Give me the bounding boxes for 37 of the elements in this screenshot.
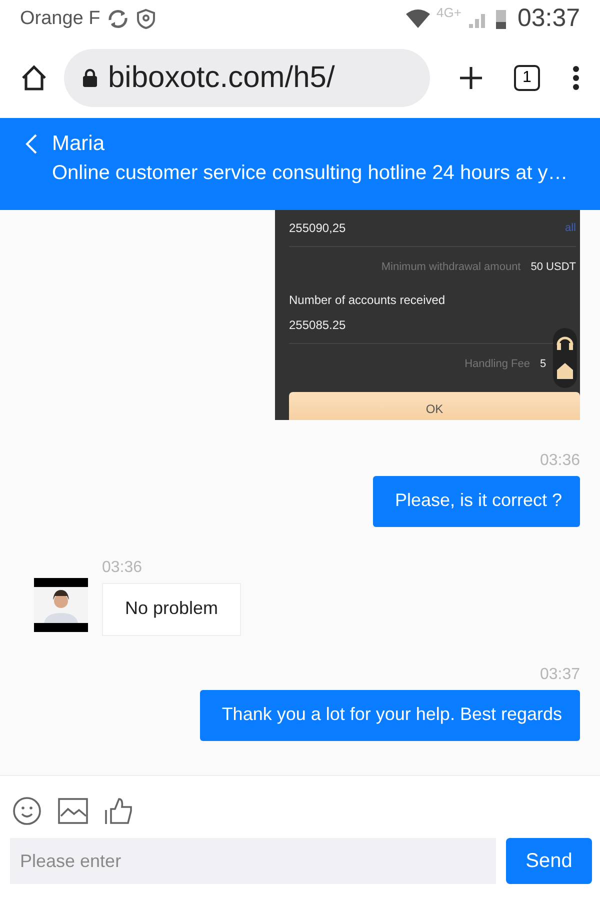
clock-time: 03:37 xyxy=(517,4,580,33)
message-time: 03:37 xyxy=(540,666,580,684)
fee-label: Handling Fee xyxy=(464,358,530,370)
emoji-icon[interactable] xyxy=(12,796,42,826)
minimum-label: Minimum withdrawal amount xyxy=(381,261,521,273)
message-input[interactable]: Please enter xyxy=(10,838,496,884)
more-icon[interactable] xyxy=(572,64,580,90)
plus-icon[interactable] xyxy=(458,64,484,90)
ok-button[interactable]: OK xyxy=(289,392,580,420)
message-time: 03:36 xyxy=(102,559,144,577)
image-icon[interactable] xyxy=(58,798,88,824)
shared-screenshot[interactable]: 255090,25 all Minimum withdrawal amount 50 USDT Number of accounts received 255085.25 Handling Fee 5 OK xyxy=(275,210,580,420)
battery-icon xyxy=(495,8,508,30)
contact-name: Maria xyxy=(52,132,105,156)
message-bubble: Please, is it correct ? xyxy=(372,476,580,527)
fee-value: 5 xyxy=(540,358,548,370)
message-time: 03:36 xyxy=(540,452,580,470)
minimum-value: 50 USDT xyxy=(530,261,576,273)
network-type: 4G+ xyxy=(436,5,462,20)
lock-icon xyxy=(82,68,98,88)
send-button[interactable]: Send xyxy=(506,838,592,884)
received-value: 255085.25 xyxy=(289,318,346,332)
thumbs-up-icon[interactable] xyxy=(104,796,134,826)
amount-value: 255090,25 xyxy=(289,221,346,235)
sync-icon xyxy=(106,8,130,30)
back-icon[interactable] xyxy=(24,133,38,155)
home-icon[interactable] xyxy=(20,64,48,92)
received-label: Number of accounts received xyxy=(289,293,446,307)
address-bar[interactable]: biboxotc.com/h5/ xyxy=(64,48,430,106)
message-bubble: Thank you a lot for your help. Best regards xyxy=(200,690,580,741)
header-subtitle: Online customer service consulting hotline 24 hours at y… xyxy=(52,162,569,185)
message-bubble: No problem xyxy=(102,583,242,636)
wifi-icon xyxy=(404,8,430,28)
carrier-name: Orange F xyxy=(20,8,100,30)
tab-count-button[interactable]: 1 xyxy=(514,64,540,90)
shield-icon xyxy=(136,8,156,30)
support-float-icon[interactable] xyxy=(553,328,577,388)
